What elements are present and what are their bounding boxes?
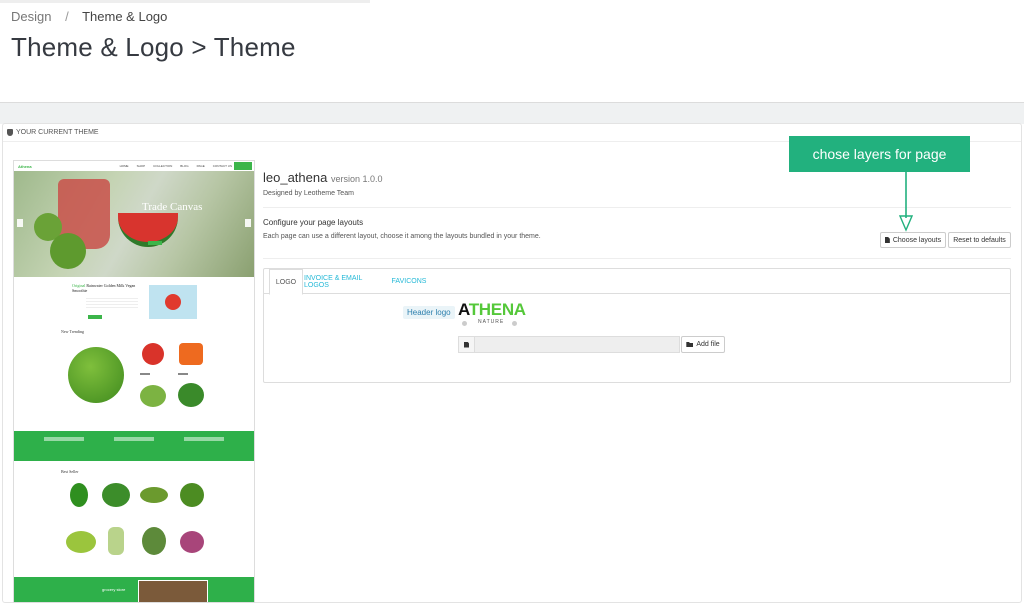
breadcrumb-current: Theme & Logo — [82, 9, 168, 24]
preview-menu-item: BLOG — [180, 164, 189, 168]
preview-feature-button — [88, 315, 102, 319]
preview-price — [140, 373, 150, 375]
panel-heading-label: YOUR CURRENT THEME — [16, 129, 99, 136]
choose-layouts-button[interactable]: Choose layouts — [880, 232, 946, 248]
preview-menu-item: COLLECTION — [153, 164, 173, 168]
preview-cabbage — [108, 527, 124, 555]
preview-price — [178, 373, 188, 375]
preview-logo: Athena — [18, 163, 32, 169]
preview-store-image — [138, 580, 208, 602]
tab-bar: LOGO INVOICE & EMAIL LOGOS FAVICONS — [264, 269, 1010, 295]
add-file-label: Add file — [696, 341, 720, 348]
preview-hero-banner: Trade Canvas — [14, 171, 254, 277]
preview-green-store-band: grocery store — [14, 577, 254, 602]
preview-broccoli — [68, 347, 124, 403]
preview-navbar: Athena HOME SHOP COLLECTION BLOG PAGE CO… — [14, 161, 254, 171]
file-icon — [464, 341, 469, 348]
preview-feature-image — [149, 285, 197, 319]
annotation-arrow-icon — [899, 172, 913, 232]
breadcrumb: Design / Theme & Logo — [11, 9, 167, 24]
reset-to-defaults-button[interactable]: Reset to defaults — [948, 232, 1011, 248]
toolbar-band — [0, 102, 1024, 124]
add-file-button[interactable]: Add file — [681, 336, 725, 353]
athena-logo: ATHENA NATURE — [458, 300, 538, 332]
preview-artichoke — [142, 527, 166, 555]
theme-preview-image: Athena HOME SHOP COLLECTION BLOG PAGE CO… — [13, 160, 255, 603]
preview-cauliflower — [66, 531, 96, 553]
preview-okra — [140, 487, 168, 503]
preview-menu-item: HOME — [119, 164, 129, 168]
preview-spinach — [178, 383, 204, 407]
preview-menu-item: SHOP — [136, 164, 146, 168]
reset-to-defaults-label: Reset to defaults — [953, 236, 1006, 244]
page-title: Theme & Logo > Theme — [11, 32, 296, 62]
tab-logo[interactable]: LOGO — [269, 269, 303, 295]
preview-hero-button — [148, 241, 162, 245]
choose-layouts-label: Choose layouts — [892, 236, 942, 244]
file-icon — [884, 237, 890, 243]
tab-invoice-email-logos[interactable]: INVOICE & EMAIL LOGOS — [304, 269, 384, 294]
preview-feature-text — [86, 298, 138, 310]
preview-pepper — [70, 483, 88, 507]
preview-tomato — [142, 343, 164, 365]
theme-author: Designed by Leotheme Team — [263, 190, 354, 197]
breadcrumb-separator: / — [65, 9, 69, 24]
folder-open-icon — [686, 342, 694, 347]
header-logo-label: Header logo — [403, 306, 455, 319]
page-header: Design / Theme & Logo Theme & Logo > The… — [0, 0, 1024, 102]
header-top-line — [0, 0, 370, 3]
theme-name: leo_athena version 1.0.0 — [263, 170, 383, 185]
preview-section-title: New Trending — [61, 329, 85, 334]
shield-icon — [7, 129, 13, 136]
preview-menu-item: PAGE — [196, 164, 205, 168]
preview-green-features-band — [14, 431, 254, 461]
preview-menu: HOME SHOP COLLECTION BLOG PAGE CONTACT U… — [120, 164, 232, 168]
preview-onion — [180, 531, 204, 553]
preview-arrow-right-icon — [245, 219, 251, 227]
layouts-title: Configure your page layouts — [263, 218, 364, 227]
breadcrumb-parent-link[interactable]: Design — [11, 9, 51, 24]
annotation-callout: chose layers for page — [789, 136, 970, 172]
tab-favicons[interactable]: FAVICONS — [388, 269, 430, 294]
preview-carrots — [179, 343, 203, 365]
preview-parsley — [102, 483, 130, 507]
preview-hero-title: Trade Canvas — [142, 201, 203, 213]
preview-lime — [50, 233, 86, 269]
logo-tabs-panel: LOGO INVOICE & EMAIL LOGOS FAVICONS — [263, 268, 1011, 383]
theme-version: version 1.0.0 — [330, 174, 383, 184]
preview-beans — [180, 483, 204, 507]
preview-feature-title: Original Rainwater Golden Milk Vegan Smo… — [72, 283, 136, 293]
logo-file-input[interactable] — [458, 336, 680, 353]
preview-arrow-left-icon — [17, 219, 23, 227]
divider — [263, 258, 1011, 259]
file-input-icon-cell — [459, 337, 475, 352]
preview-bokchoy — [140, 385, 166, 407]
theme-name-text: leo_athena — [263, 170, 328, 185]
logo-subtext: NATURE — [478, 319, 505, 325]
preview-section-title: Best Seller — [61, 469, 79, 474]
logo-word: ATHENA — [458, 300, 526, 319]
preview-cart-icon — [234, 162, 252, 170]
layouts-description: Each page can use a different layout, ch… — [263, 233, 541, 240]
preview-menu-item: CONTACT US — [212, 164, 232, 168]
